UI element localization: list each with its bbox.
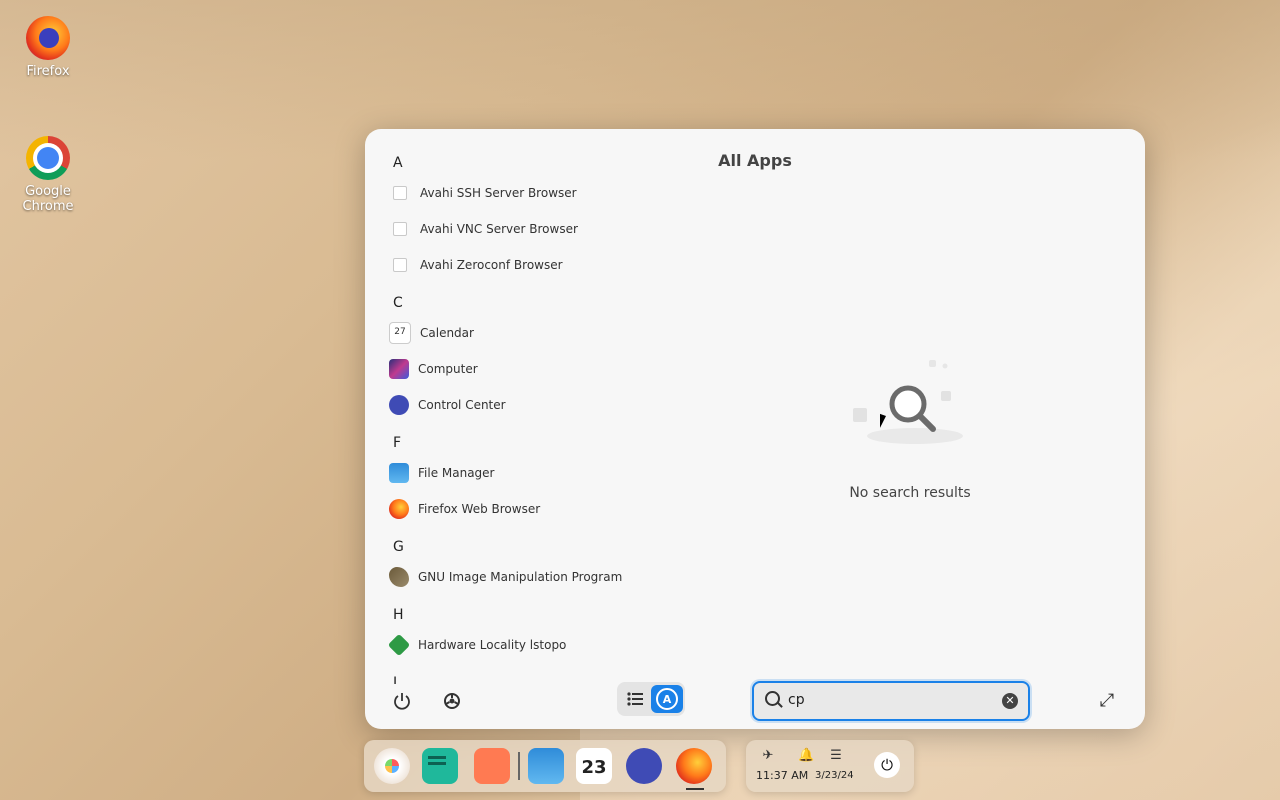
dock: 23 [364,740,726,792]
search-icon [765,691,780,706]
desktop-icon-firefox[interactable]: Firefox [8,16,88,79]
fullscreen-button[interactable]: ⤢ [1095,689,1119,713]
app-item-firefox[interactable]: Firefox Web Browser [389,491,709,527]
app-label: Control Center [418,398,506,412]
tray-icons: ✈ 🔔 ☰ [756,748,856,764]
app-label: Hardware Locality lstopo [418,638,567,652]
gimp-icon [389,567,409,587]
list-view-icon [627,692,643,706]
clock-time[interactable]: 11:37 AM [756,769,808,782]
dock-separator [518,752,520,780]
app-item-avahi-ssh[interactable]: Avahi SSH Server Browser [389,175,709,211]
file-manager-icon [389,463,409,483]
desktop-icon-label: Google Chrome [22,184,74,214]
firefox-icon [26,16,70,60]
dock-launcher-button[interactable] [374,748,410,784]
group-letter-a: A [393,155,403,171]
search-box[interactable]: ✕ [752,681,1030,721]
clock-date[interactable]: 3/23/24 [815,770,854,781]
list-view-button[interactable] [621,685,649,713]
power-icon: ⏻ [881,756,893,774]
dock-firefox[interactable] [676,748,712,784]
avahi-icon [393,186,407,200]
app-item-calendar[interactable]: 27 Calendar [389,315,709,351]
clear-search-button[interactable]: ✕ [1002,693,1018,709]
computer-icon [389,359,409,379]
dock-file-manager[interactable] [528,748,564,784]
calendar-icon: 27 [389,322,411,344]
notification-bell-icon[interactable]: 🔔 [798,748,814,764]
power-button[interactable] [388,687,416,715]
app-item-hwloc[interactable]: Hardware Locality lstopo [389,627,709,663]
app-list[interactable]: A Avahi SSH Server Browser Avahi VNC Ser… [389,149,709,684]
group-letter-g: G [393,539,404,555]
illustration-square [853,408,867,422]
app-label: Avahi Zeroconf Browser [420,258,563,272]
app-label: Avahi VNC Server Browser [420,222,578,236]
app-label: Firefox Web Browser [418,502,541,516]
category-view-icon: A [656,688,678,710]
control-center-icon [389,395,409,415]
app-label: Calendar [420,326,474,340]
dock-control-center[interactable] [626,748,662,784]
close-icon: ✕ [1005,694,1015,707]
expand-icon: ⤢ [1099,690,1115,711]
app-label: Computer [418,362,478,376]
dock-calendar[interactable]: 23 [576,748,612,784]
search-input[interactable] [788,689,988,711]
category-view-button[interactable]: A [651,685,683,713]
system-tray: ✈ 🔔 ☰ 11:37 AM 3/23/24 ⏻ [746,740,914,792]
dock-terminal[interactable] [422,748,458,784]
power-icon [394,693,410,710]
no-results-message: No search results [849,485,971,501]
group-letter-c: C [393,295,403,311]
app-item-avahi-zeroconf[interactable]: Avahi Zeroconf Browser [389,247,709,283]
toggle-switch-icon[interactable]: ☰ [828,748,844,764]
hwloc-icon [389,633,411,657]
illustration-shadow [867,428,963,444]
group-letter-f: F [393,435,402,451]
app-item-avahi-vnc[interactable]: Avahi VNC Server Browser [389,211,709,247]
app-label: GNU Image Manipulation Program [418,570,623,584]
app-item-gimp[interactable]: GNU Image Manipulation Program [389,559,709,595]
avahi-icon [393,258,407,272]
avahi-icon [393,222,407,236]
app-item-file-manager[interactable]: File Manager [389,455,709,491]
app-item-computer[interactable]: Computer [389,351,709,387]
gear-icon [444,693,460,709]
network-disconnected-icon[interactable]: ✈ [760,748,776,764]
app-label: File Manager [418,466,495,480]
illustration-square [929,360,936,367]
desktop-icon-chrome[interactable]: Google Chrome [8,136,88,214]
firefox-icon [389,499,409,519]
illustration-dot [942,363,948,369]
settings-button[interactable] [438,687,466,715]
illustration-square [941,391,951,401]
desktop-icon-label: Firefox [26,64,70,79]
app-label: Avahi SSH Server Browser [420,186,577,200]
view-mode-toggle: A [617,682,685,716]
app-item-control-center[interactable]: Control Center [389,387,709,423]
shutdown-button[interactable]: ⏻ [874,752,900,778]
active-indicator [686,788,704,790]
no-results-illustration [853,360,963,444]
chrome-icon [26,136,70,180]
magnifier-handle [917,413,936,432]
dock-multitasking[interactable] [474,748,510,784]
group-letter-h: H [393,607,404,623]
app-launcher: All Apps A Avahi SSH Server Browser Avah… [365,129,1145,729]
